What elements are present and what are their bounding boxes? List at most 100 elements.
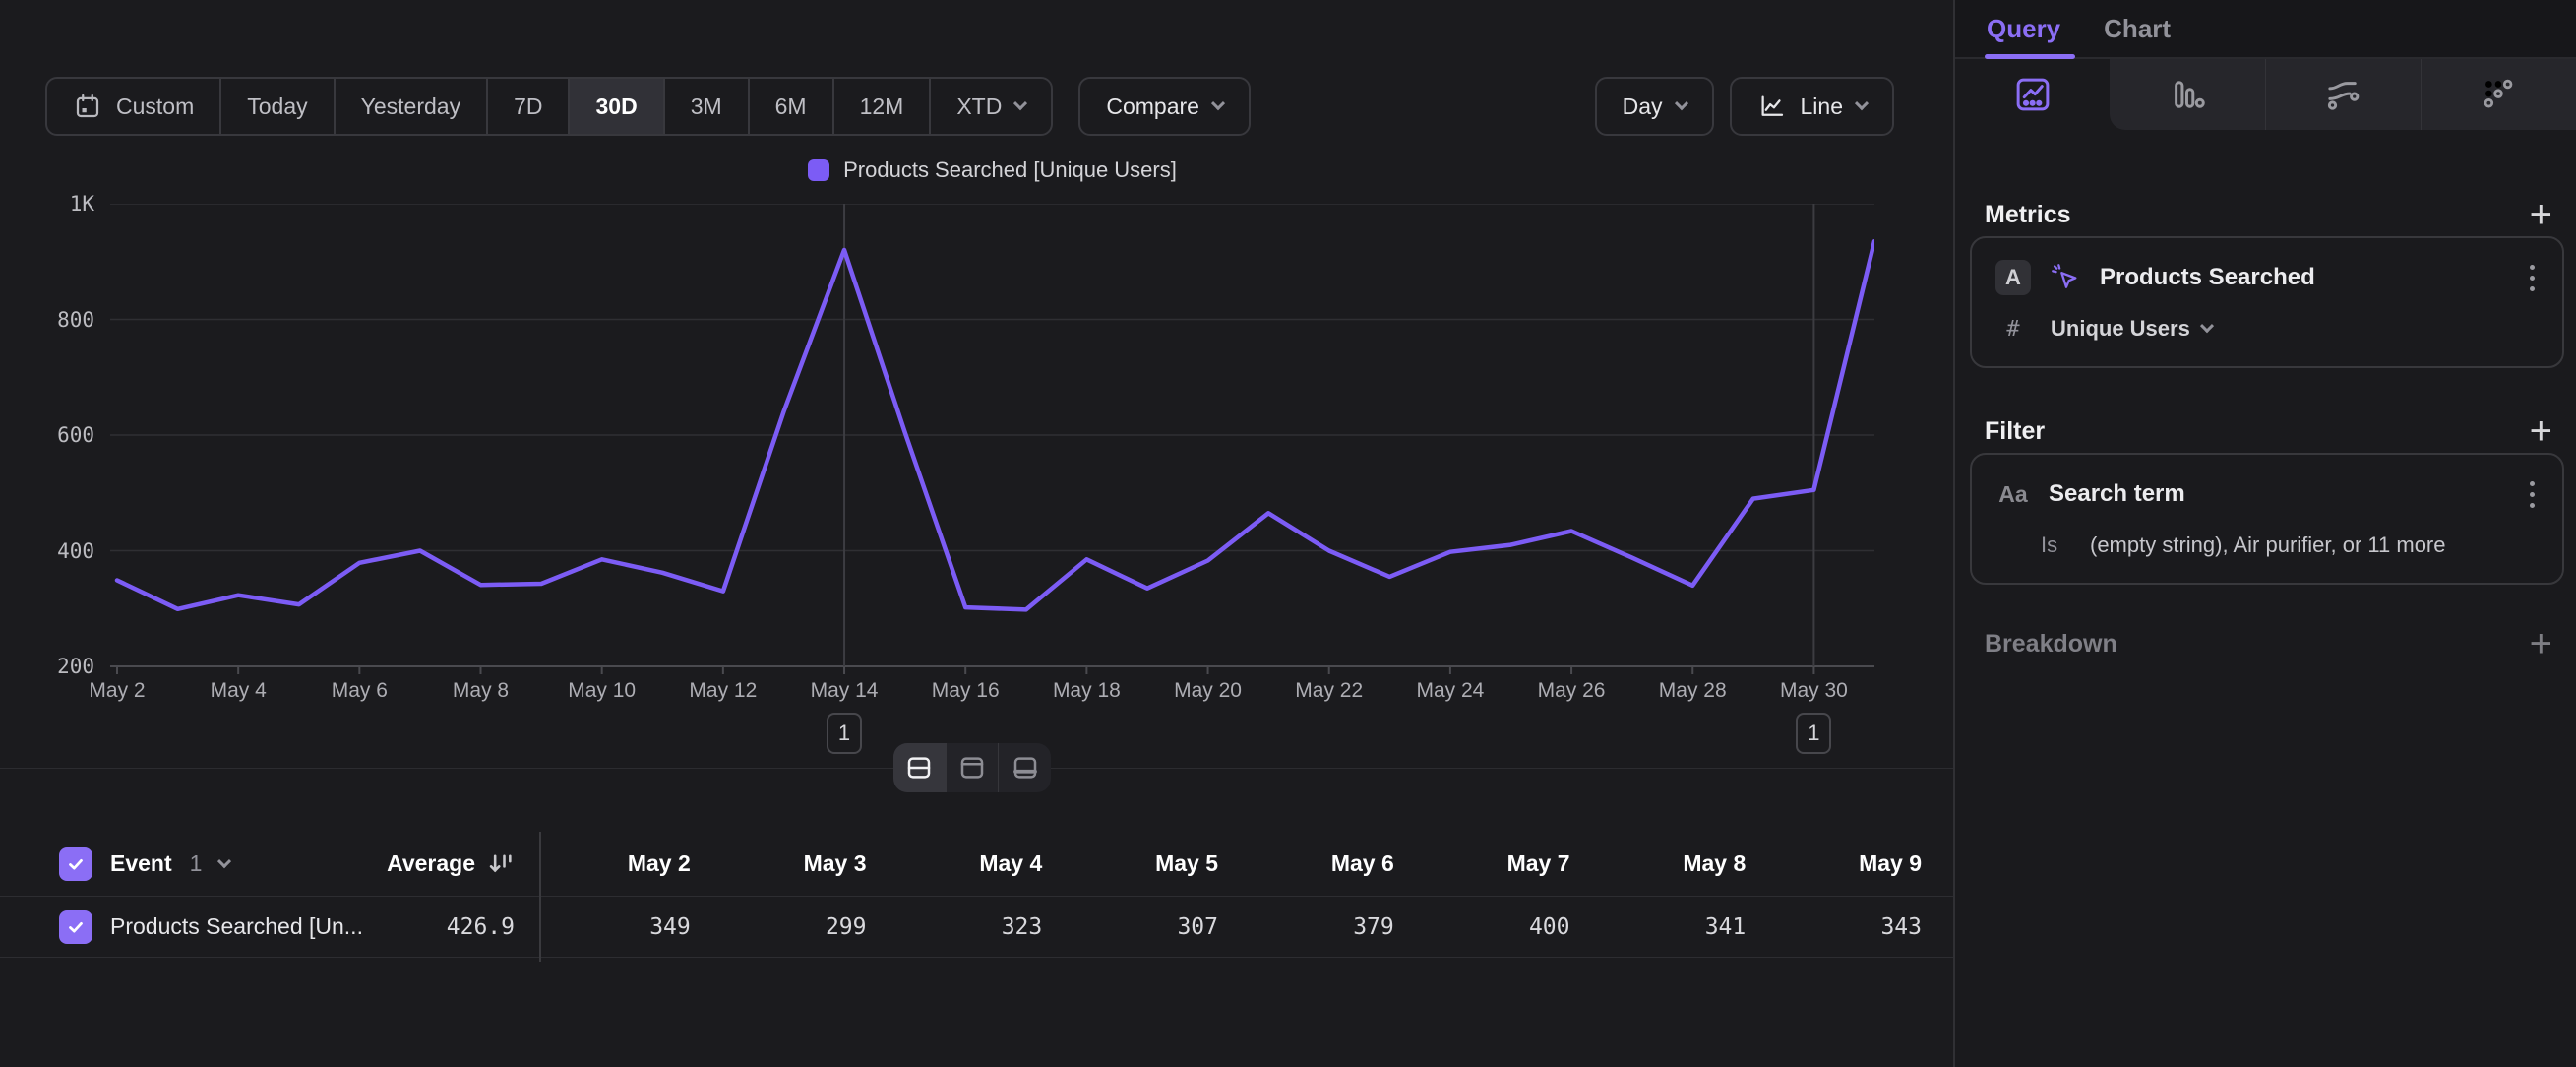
cell-value[interactable]: 400 xyxy=(1394,914,1570,940)
filter-value[interactable]: (empty string), Air purifier, or 11 more xyxy=(2090,533,2446,558)
aggregation-symbol: # xyxy=(1995,317,2031,342)
date-range-3m[interactable]: 3M xyxy=(665,79,750,134)
tab-flows[interactable] xyxy=(2265,59,2421,130)
add-metric-button[interactable]: + xyxy=(2530,195,2552,234)
date-range-toolbar: Custom Today Yesterday 7D 30D 3M 6M 12M … xyxy=(45,77,1251,136)
active-tab-underline xyxy=(1985,54,2075,59)
line-chart-icon xyxy=(1757,92,1787,121)
event-count: 1 xyxy=(190,850,203,877)
table-header-row: Event 1 Average May 2 May 3 May 4 Ma xyxy=(0,832,1953,897)
chart-type-dropdown[interactable]: Line xyxy=(1730,77,1894,136)
retention-icon xyxy=(2478,74,2519,115)
chevron-down-icon[interactable] xyxy=(217,854,231,868)
filter-menu-button[interactable] xyxy=(2524,475,2541,514)
filter-operator[interactable]: Is xyxy=(2041,533,2070,558)
table-row: Products Searched [Un... 426.9 349 299 3… xyxy=(0,897,1953,958)
date-range-segmented-control: Custom Today Yesterday 7D 30D 3M 6M 12M … xyxy=(45,77,1053,136)
event-spark-icon xyxy=(2049,261,2082,294)
panel-tabs: Query Chart xyxy=(1955,0,2576,59)
cell-value[interactable]: 307 xyxy=(1042,914,1218,940)
select-all-checkbox[interactable] xyxy=(59,847,92,881)
x-axis-label: May 18 xyxy=(1053,679,1121,703)
tab-query[interactable]: Query xyxy=(1987,14,2060,44)
x-axis-label: May 16 xyxy=(932,679,1000,703)
date-column-header[interactable]: May 4 xyxy=(867,850,1043,877)
metrics-title: Metrics xyxy=(1985,201,2071,229)
date-column-header[interactable]: May 5 xyxy=(1042,850,1218,877)
cell-value[interactable]: 343 xyxy=(1746,914,1922,940)
metric-card[interactable]: A Products Searched # Unique Users xyxy=(1970,236,2564,368)
aggregation-dropdown[interactable]: Unique Users xyxy=(2051,316,2212,342)
filter-section-header: Filter + xyxy=(1985,411,2552,451)
x-axis-label: May 10 xyxy=(568,679,636,703)
cell-value[interactable]: 323 xyxy=(867,914,1043,940)
view-toggle-group xyxy=(893,743,1051,792)
tab-funnels[interactable] xyxy=(2110,59,2264,130)
cell-value[interactable]: 341 xyxy=(1570,914,1747,940)
chart-only-view-button[interactable] xyxy=(947,743,1000,792)
date-range-yesterday[interactable]: Yesterday xyxy=(336,79,488,134)
split-view-icon xyxy=(904,753,934,783)
x-axis-label: May 24 xyxy=(1416,679,1484,703)
calendar-icon xyxy=(73,92,102,121)
split-view-button[interactable] xyxy=(893,743,947,792)
date-range-7d[interactable]: 7D xyxy=(488,79,570,134)
chart-controls: Day Line xyxy=(1595,77,1894,136)
add-filter-button[interactable]: + xyxy=(2530,411,2552,451)
row-checkbox[interactable] xyxy=(59,910,92,944)
chevron-down-icon xyxy=(1013,96,1027,110)
cell-value[interactable]: 379 xyxy=(1218,914,1394,940)
chevron-down-icon xyxy=(1855,96,1869,110)
x-axis-label: May 22 xyxy=(1295,679,1363,703)
date-column-header[interactable]: May 7 xyxy=(1394,850,1570,877)
x-axis: May 2May 4May 6May 8May 10May 12May 14Ma… xyxy=(110,679,1874,709)
chart-svg xyxy=(110,204,1874,674)
report-panel: Custom Today Yesterday 7D 30D 3M 6M 12M … xyxy=(0,0,1953,1067)
date-column-header[interactable]: May 8 xyxy=(1570,850,1747,877)
x-axis-label: May 14 xyxy=(811,679,879,703)
chart-legend[interactable]: Products Searched [Unique Users] xyxy=(110,157,1874,183)
metric-menu-button[interactable] xyxy=(2524,259,2541,297)
metric-name[interactable]: Products Searched xyxy=(2100,264,2506,291)
breakdown-section-header: Breakdown + xyxy=(1985,624,2552,663)
legend-label: Products Searched [Unique Users] xyxy=(843,157,1177,183)
compare-button[interactable]: Compare xyxy=(1078,77,1251,136)
date-column-header[interactable]: May 3 xyxy=(691,850,867,877)
table-only-view-button[interactable] xyxy=(999,743,1051,792)
granularity-dropdown[interactable]: Day xyxy=(1595,77,1714,136)
filter-property-name[interactable]: Search term xyxy=(2049,480,2506,508)
x-axis-label: May 6 xyxy=(332,679,388,703)
flows-icon xyxy=(2322,74,2363,115)
date-range-custom-label: Custom xyxy=(116,94,194,120)
date-range-today[interactable]: Today xyxy=(221,79,335,134)
tab-retention[interactable] xyxy=(2421,59,2576,130)
date-range-12m[interactable]: 12M xyxy=(834,79,932,134)
query-builder-panel: Query Chart xyxy=(1955,0,2576,1067)
filter-card[interactable]: Aa Search term Is (empty string), Air pu… xyxy=(1970,453,2564,585)
cell-value[interactable]: 299 xyxy=(691,914,867,940)
tab-insights[interactable] xyxy=(1955,59,2110,130)
tab-chart[interactable]: Chart xyxy=(2104,14,2171,44)
annotation-badge[interactable]: 1 xyxy=(827,713,862,754)
annotation-badge[interactable]: 1 xyxy=(1796,713,1831,754)
date-range-6m[interactable]: 6M xyxy=(750,79,834,134)
date-column-header[interactable]: May 6 xyxy=(1218,850,1394,877)
chevron-down-icon xyxy=(2200,319,2214,333)
funnel-chart-icon xyxy=(2167,74,2208,115)
x-axis-label: May 26 xyxy=(1538,679,1606,703)
app-window: Custom Today Yesterday 7D 30D 3M 6M 12M … xyxy=(0,0,2576,1067)
line-chart[interactable] xyxy=(110,204,1874,674)
metric-letter-badge: A xyxy=(1995,260,2031,295)
y-axis-label: 200 xyxy=(57,655,94,678)
series-line[interactable] xyxy=(117,241,1874,609)
table-only-view-icon xyxy=(1011,753,1040,783)
date-range-custom[interactable]: Custom xyxy=(47,79,221,134)
date-range-30d[interactable]: 30D xyxy=(570,79,664,134)
x-axis-label: May 4 xyxy=(211,679,267,703)
date-column-header[interactable]: May 9 xyxy=(1746,850,1922,877)
series-name[interactable]: Products Searched [Un... xyxy=(110,913,363,940)
date-range-xtd[interactable]: XTD xyxy=(931,79,1051,134)
check-icon xyxy=(65,853,87,875)
add-breakdown-button[interactable]: + xyxy=(2530,624,2552,663)
average-column-header[interactable]: Average xyxy=(364,850,515,878)
